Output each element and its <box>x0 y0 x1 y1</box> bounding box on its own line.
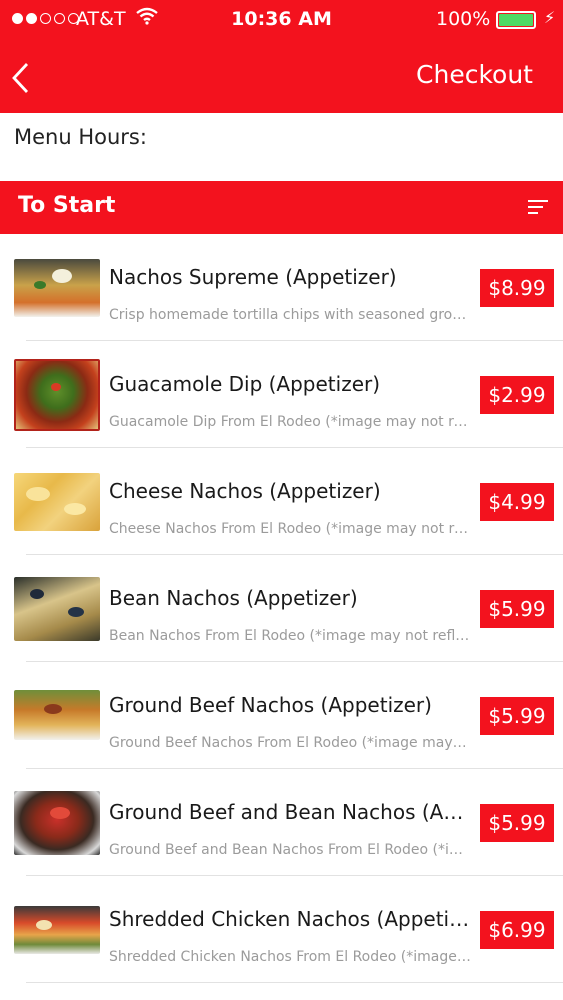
list-item[interactable]: Guacamole Dip (Appetizer) Guacamole Dip … <box>0 341 563 448</box>
item-price[interactable]: $5.99 <box>480 697 554 735</box>
list-item[interactable]: Shredded Chicken Nachos (Appetizer) Shre… <box>0 876 563 983</box>
menu-hours-label: Menu Hours: <box>14 125 147 149</box>
item-price[interactable]: $6.99 <box>480 911 554 949</box>
item-description: Guacamole Dip From El Rodeo (*image may … <box>109 414 471 430</box>
section-title: To Start <box>18 193 116 218</box>
item-title: Ground Beef Nachos (Appetizer) <box>109 693 432 717</box>
food-thumbnail <box>14 906 100 954</box>
battery-icon <box>496 11 536 29</box>
item-title: Bean Nachos (Appetizer) <box>109 586 358 610</box>
item-description: Bean Nachos From El Rodeo (*image may no… <box>109 628 470 644</box>
list-item[interactable]: Ground Beef and Bean Nachos (App… Ground… <box>0 769 563 876</box>
item-price[interactable]: $4.99 <box>480 483 554 521</box>
food-thumbnail <box>14 690 100 740</box>
item-description: Crisp homemade tortilla chips with seaso… <box>109 307 471 323</box>
item-description: Cheese Nachos From El Rodeo (*image may … <box>109 521 471 537</box>
app-header: AT&T 10:36 AM 100% ⚡ Checkout <box>0 0 563 113</box>
food-thumbnail <box>14 259 100 317</box>
list-item[interactable]: Nachos Supreme (Appetizer) Crisp homemad… <box>0 234 563 341</box>
list-item[interactable]: Cheese Nachos (Appetizer) Cheese Nachos … <box>0 448 563 555</box>
checkout-button[interactable]: Checkout <box>416 60 533 89</box>
status-bar: AT&T 10:36 AM 100% ⚡ <box>0 0 563 40</box>
item-price[interactable]: $8.99 <box>480 269 554 307</box>
item-title: Nachos Supreme (Appetizer) <box>109 265 397 289</box>
item-title: Guacamole Dip (Appetizer) <box>109 372 381 396</box>
food-thumbnail <box>14 791 100 855</box>
food-thumbnail <box>14 577 100 641</box>
divider <box>26 982 563 983</box>
item-description: Ground Beef and Bean Nachos From El Rode… <box>109 842 463 858</box>
list-item[interactable]: Ground Beef Nachos (Appetizer) Ground Be… <box>0 662 563 769</box>
section-header-to-start: To Start <box>0 181 563 234</box>
charging-bolt-icon: ⚡ <box>544 8 556 27</box>
food-thumbnail <box>14 473 100 531</box>
item-price[interactable]: $2.99 <box>480 376 554 414</box>
battery-percent: 100% <box>436 8 491 30</box>
item-title: Cheese Nachos (Appetizer) <box>109 479 381 503</box>
item-price[interactable]: $5.99 <box>480 804 554 842</box>
item-description: Shredded Chicken Nachos From El Rodeo (*… <box>109 949 471 965</box>
back-button[interactable] <box>8 58 38 98</box>
sort-lines-icon[interactable] <box>528 198 550 216</box>
item-title: Shredded Chicken Nachos (Appetizer) <box>109 907 471 931</box>
food-thumbnail <box>14 359 100 431</box>
item-title: Ground Beef and Bean Nachos (App… <box>109 800 471 824</box>
item-description: Ground Beef Nachos From El Rodeo (*image… <box>109 735 467 751</box>
item-price[interactable]: $5.99 <box>480 590 554 628</box>
list-item[interactable]: Bean Nachos (Appetizer) Bean Nachos From… <box>0 555 563 662</box>
chevron-left-icon <box>12 63 29 93</box>
